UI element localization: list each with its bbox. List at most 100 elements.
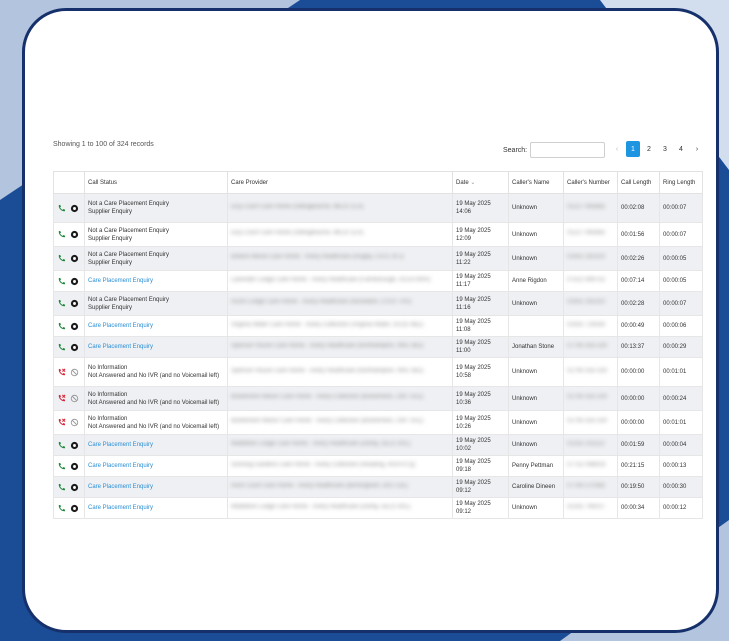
date-cell: 19 May 2025 10:58 [452,357,509,387]
phone-answered-icon[interactable] [57,462,66,471]
table-row[interactable]: Care Placement Enquiry Middleton Lodge Ca… [53,434,703,456]
phone-missed-icon[interactable] [57,368,66,377]
phone-answered-icon[interactable] [57,483,66,492]
phone-missed-icon[interactable] [57,394,66,403]
blocked-icon[interactable] [70,394,79,403]
call-length-cell: 00:00:34 [617,497,660,519]
dot-icon[interactable] [70,504,79,513]
dot-icon[interactable] [70,277,79,286]
dot-icon[interactable] [70,483,79,492]
phone-answered-icon[interactable] [57,441,66,450]
table-row[interactable]: Care Placement Enquiry Sonning Gardens Ca… [53,455,703,477]
col-care-provider[interactable]: Care Provider [227,171,453,194]
table-row[interactable]: Care Placement Enquiry Avon Court Care Ho… [53,476,703,498]
pagination-page-2[interactable]: 2 [642,141,656,157]
care-provider-cell: Spencer House Care Home - Avery Healthca… [227,357,453,387]
caller-name-cell: Penny Pettman [508,455,564,477]
col-call-status[interactable]: Call Status [84,171,228,194]
table-row[interactable]: No Information Not Answered and No IVR (a… [53,386,703,411]
table-row[interactable]: Not a Care Placement Enquiry Supplier Enq… [53,222,703,247]
status-link[interactable]: Care Placement Enquiry [88,463,153,469]
care-provider-text: Sonning Gardens Care Home - Avery Collec… [231,461,416,468]
care-provider-cell: Middleton Lodge Care Home - Avery Health… [227,434,453,456]
care-provider-text: Bottom Meow Care Home - Avery Healthcare… [231,254,404,260]
phone-missed-icon[interactable] [57,418,66,427]
caller-name-cell: Jonathan Stone [508,336,564,358]
col-call-length[interactable]: Call Length [617,171,660,194]
date-cell: 19 May 2025 14:06 [452,193,509,223]
ring-length-cell: 00:00:12 [659,497,703,519]
caller-number-cell: 01332 251113 [563,434,618,456]
dot-icon[interactable] [70,322,79,331]
care-provider-cell: Acorn Lodge Care Home - Avery Healthcare… [227,291,453,316]
phone-answered-icon[interactable] [57,254,66,263]
dot-icon[interactable] [70,462,79,471]
status-secondary: Supplier Enquiry [88,304,133,311]
ring-length-cell: 00:00:30 [659,476,703,498]
row-icons-cell [53,434,85,456]
caller-number-text: 01795 555 530 [567,394,608,400]
phone-answered-icon[interactable] [57,204,66,213]
row-icons-cell [53,386,85,411]
dot-icon[interactable] [70,299,79,308]
table-row[interactable]: Care Placement Enquiry Virginia Water Car… [53,315,703,337]
status-primary: Not a Care Placement Enquiry [88,251,170,258]
call-length-cell: 00:00:49 [617,315,660,337]
phone-answered-icon[interactable] [57,299,66,308]
dot-icon[interactable] [70,204,79,213]
dot-icon[interactable] [70,230,79,239]
phone-answered-icon[interactable] [57,343,66,352]
ring-length-cell: 00:00:04 [659,434,703,456]
phone-answered-icon[interactable] [57,277,66,286]
caller-number-text: 01932 729330 [567,321,606,328]
table-row[interactable]: Not a Care Placement Enquiry Supplier Enq… [53,193,703,223]
caller-name-cell [508,315,564,337]
pagination-prev-button[interactable]: ‹ [610,141,624,157]
pagination-page-4[interactable]: 4 [674,141,688,157]
ring-length-cell: 00:00:05 [659,246,703,271]
status-link[interactable]: Care Placement Enquiry [88,484,153,490]
table-row[interactable]: Not a Care Placement Enquiry Supplier Enq… [53,291,703,316]
blocked-icon[interactable] [70,418,79,427]
table-row[interactable]: Care Placement Enquiry Middleton Lodge Ca… [53,497,703,519]
dot-icon[interactable] [70,343,79,352]
col-callers-number[interactable]: Caller's Number [563,171,618,194]
status-primary: Not a Care Placement Enquiry [88,201,170,207]
call-length-cell: 00:02:08 [617,193,660,223]
status-link[interactable]: Care Placement Enquiry [88,278,153,284]
table-row[interactable]: Not a Care Placement Enquiry Supplier Enq… [53,246,703,271]
caller-number-cell: 01795 555 530 [563,386,618,411]
phone-answered-icon[interactable] [57,322,66,331]
care-provider-cell: Middleton Lodge Care Home - Avery Health… [227,497,453,519]
pagination-page-1[interactable]: 1 [626,141,640,157]
table-row[interactable]: Care Placement Enquiry Spencer House Care… [53,336,703,358]
pagination-page-3[interactable]: 3 [658,141,672,157]
date-cell: 19 May 2025 11:22 [452,246,509,271]
table-row[interactable]: Care Placement Enquiry Lavender Lodge Car… [53,270,703,292]
dot-icon[interactable] [70,254,79,263]
col-callers-name[interactable]: Caller's Name [508,171,564,194]
col-date[interactable]: Date ⌄ [452,171,509,194]
table-row[interactable]: No Information Not Answered and No IVR (a… [53,410,703,435]
caller-number-cell: 01952 282310 [563,246,618,271]
caller-number-cell: 07522 849752 [563,270,618,292]
status-link[interactable]: Care Placement Enquiry [88,505,153,511]
pagination-next-button[interactable]: › [690,141,704,157]
phone-answered-icon[interactable] [57,230,66,239]
status-link[interactable]: Care Placement Enquiry [88,344,153,350]
care-provider-cell: Virginia Water Care Home - Avery Collect… [227,315,453,337]
col-ring-length[interactable]: Ring Length [659,171,703,194]
ring-length-cell: 00:01:01 [659,357,703,387]
dot-icon[interactable] [70,441,79,450]
search-input[interactable] [530,142,605,158]
blocked-icon[interactable] [70,368,79,377]
status-link[interactable]: Care Placement Enquiry [88,442,153,448]
phone-answered-icon[interactable] [57,504,66,513]
caller-number-text: 07522 849752 [567,276,606,283]
row-icons-cell [53,497,85,519]
date-cell: 19 May 2025 09:12 [452,476,509,498]
status-primary: No Information [88,365,128,371]
ring-length-cell: 00:00:06 [659,315,703,337]
status-link[interactable]: Care Placement Enquiry [88,323,153,329]
table-row[interactable]: No Information Not Answered and No IVR (a… [53,357,703,387]
